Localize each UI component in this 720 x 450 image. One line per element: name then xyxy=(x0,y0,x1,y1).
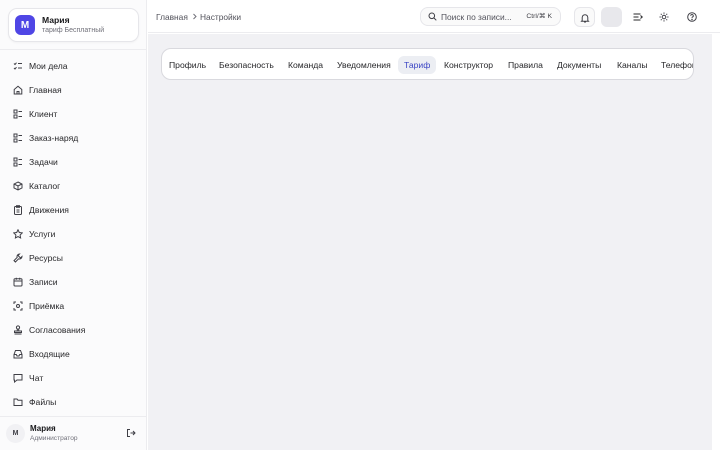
box-icon xyxy=(13,181,23,191)
tab-telephony[interactable]: Телефония xyxy=(661,56,693,74)
tab-plan[interactable]: Тариф xyxy=(398,56,437,74)
sidebar-item-label: Клиент xyxy=(29,109,58,119)
account-name: Мария xyxy=(42,15,70,25)
logout-icon[interactable] xyxy=(126,428,136,438)
search-placeholder: Поиск по записи... xyxy=(441,12,512,22)
wrench-icon xyxy=(13,253,23,263)
user-avatar[interactable]: М xyxy=(6,424,25,443)
account-avatar: М xyxy=(15,15,35,35)
sidebar-item-inbox[interactable]: Входящие xyxy=(8,343,138,365)
list-icon xyxy=(13,157,23,167)
quick-action-button[interactable] xyxy=(601,7,622,27)
sidebar-item-label: Приёмка xyxy=(29,301,65,311)
sidebar-item-services[interactable]: Услуги xyxy=(8,223,138,245)
folder-icon xyxy=(13,397,23,407)
tab-notifications[interactable]: Уведомления xyxy=(337,56,391,74)
tab-channels[interactable]: Каналы xyxy=(617,56,648,74)
list-icon xyxy=(13,133,23,143)
checklist-icon xyxy=(13,61,23,71)
search-input[interactable]: Поиск по записи... Ctrl/⌘ K xyxy=(420,7,561,26)
clipboard-icon xyxy=(13,205,23,215)
sidebar-footer-divider xyxy=(0,416,146,417)
inbox-icon xyxy=(13,349,23,359)
sidebar-item-my-tasks[interactable]: Мои дела xyxy=(8,55,138,77)
sidebar-item-intake[interactable]: Приёмка xyxy=(8,295,138,317)
star-icon xyxy=(13,229,23,239)
help-icon xyxy=(687,12,697,22)
sidebar-item-label: Записи xyxy=(29,277,58,287)
sidebar-item-label: Согласования xyxy=(29,325,86,335)
tab-security[interactable]: Безопасность xyxy=(219,56,274,74)
sidebar-item-tasks[interactable]: Задачи xyxy=(8,151,138,173)
list-icon xyxy=(13,109,23,119)
user-name: Мария xyxy=(30,424,56,433)
top-header: Главная Настройки Поиск по записи... Ctr… xyxy=(148,0,720,33)
tab-rules[interactable]: Правила xyxy=(508,56,543,74)
sidebar-item-label: Главная xyxy=(29,85,62,95)
account-switcher[interactable]: М Мария тариф Бесплатный xyxy=(8,8,139,42)
scrollbar-gutter xyxy=(712,34,720,450)
search-icon xyxy=(428,12,437,21)
tab-team[interactable]: Команда xyxy=(288,56,323,74)
calendar-icon xyxy=(13,277,23,287)
sidebar-item-label: Задачи xyxy=(29,157,58,167)
chat-icon xyxy=(13,373,23,383)
sidebar-item-label: Файлы xyxy=(29,397,57,407)
search-shortcut-hint: Ctrl/⌘ K xyxy=(526,13,552,20)
sidebar-item-label: Чат xyxy=(29,373,44,383)
tab-profile[interactable]: Профиль xyxy=(169,56,206,74)
user-role: Администратор xyxy=(30,435,78,442)
sidebar-item-label: Заказ-наряд xyxy=(29,133,79,143)
sidebar-item-chat[interactable]: Чат xyxy=(8,367,138,389)
account-plan: тариф Бесплатный xyxy=(42,27,105,34)
stamp-icon xyxy=(13,325,23,335)
tab-documents[interactable]: Документы xyxy=(557,56,601,74)
sidebar-item-resources[interactable]: Ресурсы xyxy=(8,247,138,269)
sidebar-item-label: Входящие xyxy=(29,349,70,359)
sidebar-item-label: Каталог xyxy=(29,181,61,191)
sidebar-item-movements[interactable]: Движения xyxy=(8,199,138,221)
sidebar-item-client[interactable]: Клиент xyxy=(8,103,138,125)
breadcrumb-home[interactable]: Главная xyxy=(156,12,188,22)
sidebar-item-label: Движения xyxy=(29,205,69,215)
chevron-right-icon xyxy=(191,13,198,20)
scan-icon xyxy=(13,301,23,311)
sun-icon xyxy=(659,12,669,22)
sidebar-item-bookings[interactable]: Записи xyxy=(8,271,138,293)
sidebar-toggle-button[interactable] xyxy=(628,7,649,27)
notifications-button[interactable] xyxy=(574,7,595,27)
menu-collapse-icon xyxy=(633,12,643,22)
main-content: Профиль Безопасность Команда Уведомления… xyxy=(148,34,712,450)
tab-builder[interactable]: Конструктор xyxy=(444,56,493,74)
sidebar-item-work-order[interactable]: Заказ-наряд xyxy=(8,127,138,149)
bell-icon xyxy=(580,13,590,23)
theme-toggle-button[interactable] xyxy=(654,7,675,27)
sidebar-divider xyxy=(0,49,146,50)
home-icon xyxy=(13,85,23,95)
settings-tabs: Профиль Безопасность Команда Уведомления… xyxy=(161,48,694,80)
sidebar-item-approvals[interactable]: Согласования xyxy=(8,319,138,341)
help-button[interactable] xyxy=(682,7,703,27)
sidebar-item-catalog[interactable]: Каталог xyxy=(8,175,138,197)
sidebar: М Мария тариф Бесплатный Мои дела Главна… xyxy=(0,0,147,450)
sidebar-item-label: Услуги xyxy=(29,229,56,239)
sidebar-item-label: Мои дела xyxy=(29,61,68,71)
breadcrumb-current: Настройки xyxy=(200,12,242,22)
sidebar-item-home[interactable]: Главная xyxy=(8,79,138,101)
sidebar-item-label: Ресурсы xyxy=(29,253,63,263)
sidebar-item-files[interactable]: Файлы xyxy=(8,391,138,413)
